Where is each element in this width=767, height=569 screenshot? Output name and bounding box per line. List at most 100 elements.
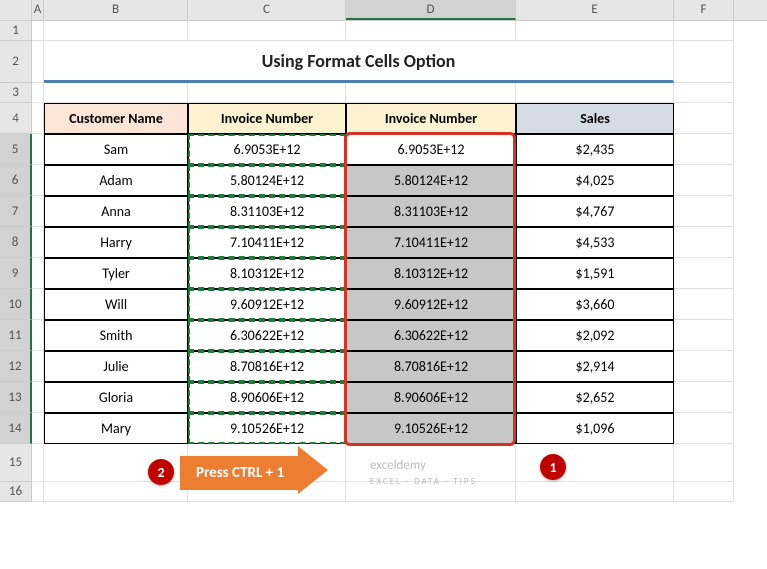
- cell-a14[interactable]: [32, 413, 44, 444]
- cell-b3[interactable]: [44, 83, 188, 103]
- cell-invoice-d-12[interactable]: 8.70816E+12: [346, 351, 516, 382]
- cell-name-12[interactable]: Julie: [44, 351, 188, 382]
- cell-a15[interactable]: [32, 444, 44, 482]
- cell-a4[interactable]: [32, 103, 44, 134]
- cell-f7[interactable]: [674, 196, 734, 227]
- cell-f10[interactable]: [674, 289, 734, 320]
- cell-invoice-d-7[interactable]: 8.31103E+12: [346, 196, 516, 227]
- cell-f1[interactable]: [674, 21, 734, 41]
- row-header-9[interactable]: 9: [0, 258, 32, 289]
- cell-name-6[interactable]: Adam: [44, 165, 188, 196]
- row-header-6[interactable]: 6: [0, 165, 32, 196]
- row-header-2[interactable]: 2: [0, 41, 32, 83]
- cell-sales-6[interactable]: $4,025: [516, 165, 674, 196]
- cell-c3[interactable]: [188, 83, 346, 103]
- cell-name-8[interactable]: Harry: [44, 227, 188, 258]
- cell-invoice-d-6[interactable]: 5.80124E+12: [346, 165, 516, 196]
- cell-d3[interactable]: [346, 83, 516, 103]
- cell-a13[interactable]: [32, 382, 44, 413]
- cell-name-11[interactable]: Smith: [44, 320, 188, 351]
- col-header-f[interactable]: F: [674, 0, 734, 20]
- cell-invoice-c-13[interactable]: 8.90606E+12: [188, 382, 346, 413]
- cell-invoice-c-10[interactable]: 9.60912E+12: [188, 289, 346, 320]
- cell-b16[interactable]: [44, 482, 188, 502]
- title-cell[interactable]: Using Format Cells Option: [44, 41, 674, 83]
- row-header-14[interactable]: 14: [0, 413, 32, 444]
- cell-sales-11[interactable]: $2,092: [516, 320, 674, 351]
- col-header-c[interactable]: C: [188, 0, 346, 20]
- row-header-10[interactable]: 10: [0, 289, 32, 320]
- cell-sales-10[interactable]: $3,660: [516, 289, 674, 320]
- header-customer-name[interactable]: Customer Name: [44, 103, 188, 134]
- cell-f4[interactable]: [674, 103, 734, 134]
- cell-sales-9[interactable]: $1,591: [516, 258, 674, 289]
- cell-invoice-c-7[interactable]: 8.31103E+12: [188, 196, 346, 227]
- cell-e1[interactable]: [516, 21, 674, 41]
- cell-d15[interactable]: [346, 444, 516, 482]
- col-header-a[interactable]: A: [32, 0, 44, 20]
- row-header-12[interactable]: 12: [0, 351, 32, 382]
- cell-a6[interactable]: [32, 165, 44, 196]
- cell-name-9[interactable]: Tyler: [44, 258, 188, 289]
- cell-f9[interactable]: [674, 258, 734, 289]
- row-header-16[interactable]: 16: [0, 482, 32, 502]
- cell-invoice-c-5[interactable]: 6.9053E+12: [188, 134, 346, 165]
- row-header-1[interactable]: 1: [0, 21, 32, 41]
- cell-e3[interactable]: [516, 83, 674, 103]
- cell-sales-5[interactable]: $2,435: [516, 134, 674, 165]
- cell-f14[interactable]: [674, 413, 734, 444]
- row-header-11[interactable]: 11: [0, 320, 32, 351]
- cell-a7[interactable]: [32, 196, 44, 227]
- col-header-e[interactable]: E: [516, 0, 674, 20]
- row-header-7[interactable]: 7: [0, 196, 32, 227]
- cell-sales-13[interactable]: $2,652: [516, 382, 674, 413]
- cell-a8[interactable]: [32, 227, 44, 258]
- row-header-8[interactable]: 8: [0, 227, 32, 258]
- cell-e16[interactable]: [516, 482, 674, 502]
- cell-f5[interactable]: [674, 134, 734, 165]
- cell-f8[interactable]: [674, 227, 734, 258]
- cell-invoice-d-14[interactable]: 9.10526E+12: [346, 413, 516, 444]
- cell-f16[interactable]: [674, 482, 734, 502]
- cell-invoice-c-14[interactable]: 9.10526E+12: [188, 413, 346, 444]
- cell-sales-12[interactable]: $2,914: [516, 351, 674, 382]
- header-invoice-d[interactable]: Invoice Number: [346, 103, 516, 134]
- cell-name-7[interactable]: Anna: [44, 196, 188, 227]
- cell-invoice-c-6[interactable]: 5.80124E+12: [188, 165, 346, 196]
- row-header-13[interactable]: 13: [0, 382, 32, 413]
- col-header-b[interactable]: B: [44, 0, 188, 20]
- cell-invoice-d-13[interactable]: 8.90606E+12: [346, 382, 516, 413]
- cell-name-5[interactable]: Sam: [44, 134, 188, 165]
- cell-invoice-c-11[interactable]: 6.30622E+12: [188, 320, 346, 351]
- cell-f6[interactable]: [674, 165, 734, 196]
- cell-a10[interactable]: [32, 289, 44, 320]
- cell-name-10[interactable]: Will: [44, 289, 188, 320]
- cell-invoice-d-9[interactable]: 8.10312E+12: [346, 258, 516, 289]
- cell-invoice-d-5[interactable]: 6.9053E+12: [346, 134, 516, 165]
- cell-a2[interactable]: [32, 41, 44, 83]
- cell-a3[interactable]: [32, 83, 44, 103]
- row-header-15[interactable]: 15: [0, 444, 32, 482]
- cell-sales-14[interactable]: $1,096: [516, 413, 674, 444]
- cell-sales-7[interactable]: $4,767: [516, 196, 674, 227]
- cell-f3[interactable]: [674, 83, 734, 103]
- header-sales[interactable]: Sales: [516, 103, 674, 134]
- cell-invoice-c-12[interactable]: 8.70816E+12: [188, 351, 346, 382]
- cell-invoice-d-10[interactable]: 9.60912E+12: [346, 289, 516, 320]
- cell-a11[interactable]: [32, 320, 44, 351]
- cell-c1[interactable]: [188, 21, 346, 41]
- row-header-5[interactable]: 5: [0, 134, 32, 165]
- row-header-4[interactable]: 4: [0, 103, 32, 134]
- cell-a12[interactable]: [32, 351, 44, 382]
- cell-a1[interactable]: [32, 21, 44, 41]
- cell-a9[interactable]: [32, 258, 44, 289]
- cell-invoice-d-8[interactable]: 7.10411E+12: [346, 227, 516, 258]
- header-invoice-c[interactable]: Invoice Number: [188, 103, 346, 134]
- row-header-3[interactable]: 3: [0, 83, 32, 103]
- cell-f13[interactable]: [674, 382, 734, 413]
- cell-d1[interactable]: [346, 21, 516, 41]
- cell-f15[interactable]: [674, 444, 734, 482]
- cell-f12[interactable]: [674, 351, 734, 382]
- col-header-d[interactable]: D: [346, 0, 516, 20]
- cell-a16[interactable]: [32, 482, 44, 502]
